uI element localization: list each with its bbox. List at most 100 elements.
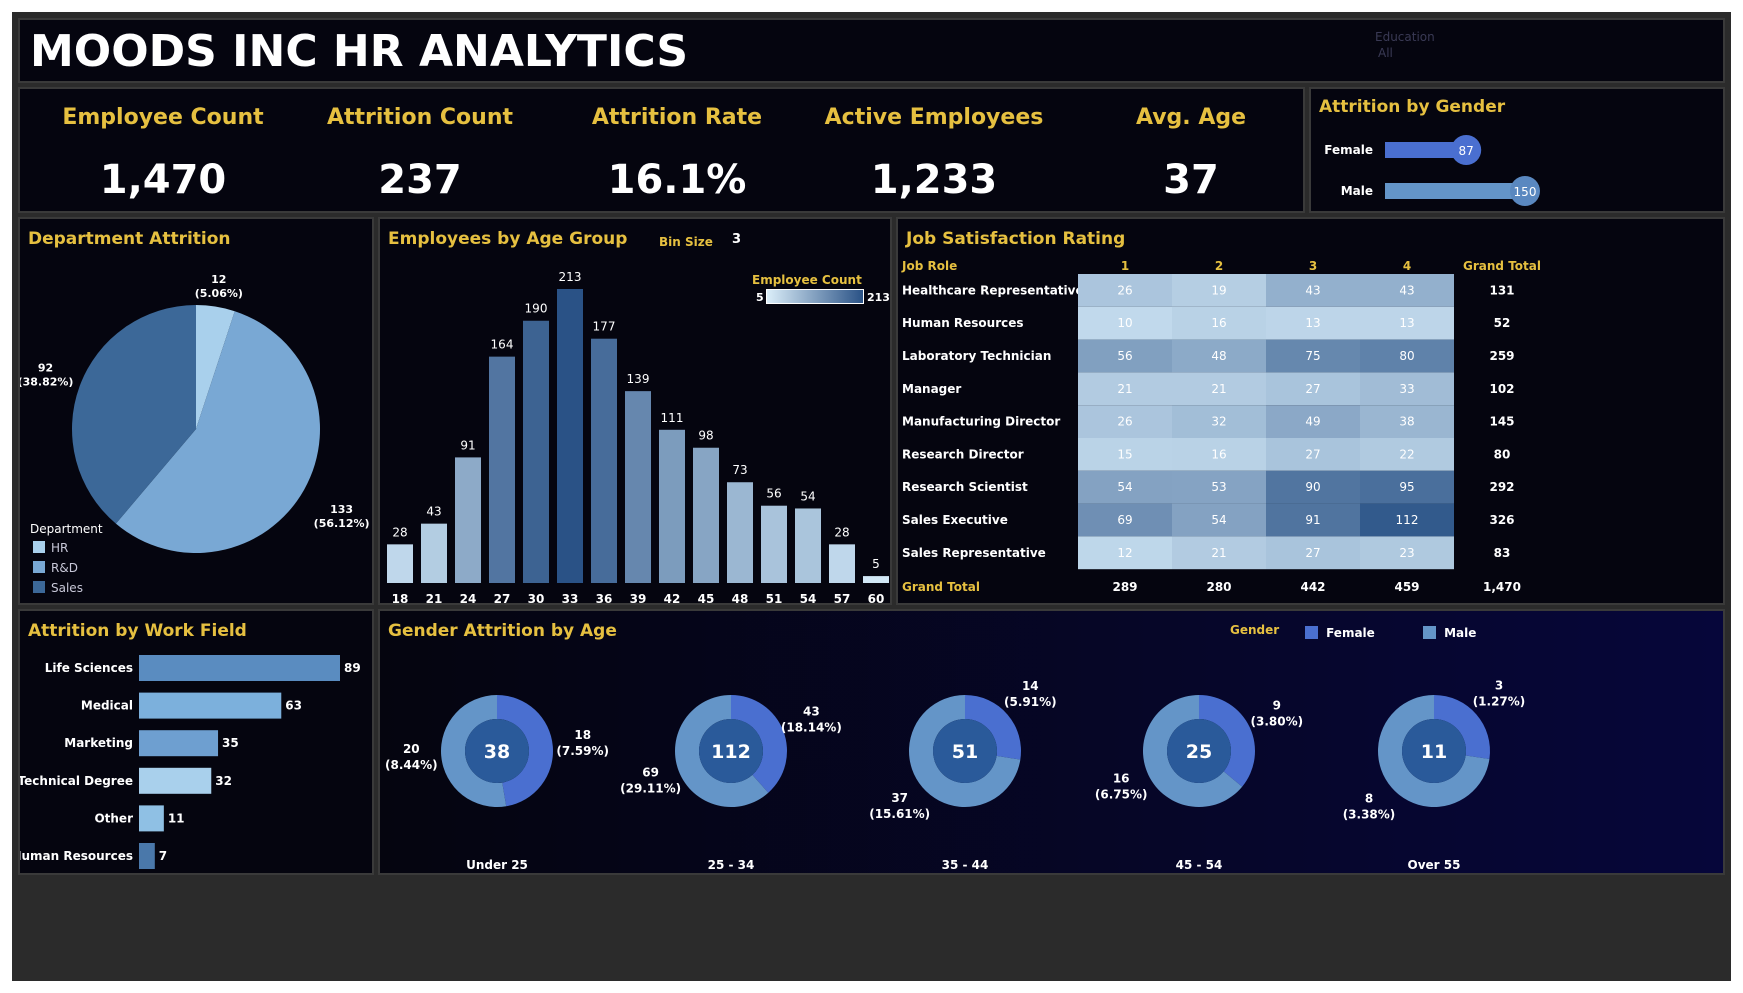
age-bar xyxy=(829,544,855,583)
heatmap-cell-value: 13 xyxy=(1399,316,1414,330)
male-value-label: 37 xyxy=(891,791,908,805)
x-tick-label: 42 xyxy=(664,592,681,605)
age-bar xyxy=(625,391,651,583)
age-bar xyxy=(455,457,481,583)
job-satisfaction-heatmap: Job Role 1 2 3 4 Grand TotalHealthcare Repres… xyxy=(901,259,1541,594)
kpi-label: Employee Count xyxy=(62,105,264,130)
bar-value-label: 43 xyxy=(426,505,441,519)
heatmap-cell-value: 54 xyxy=(1211,513,1226,527)
age-group-label: 25 - 34 xyxy=(708,858,755,872)
age-bar xyxy=(659,429,685,583)
bar-value-label: 111 xyxy=(661,411,684,425)
heatmap-cell-value: 16 xyxy=(1211,316,1226,330)
row-total-value: 52 xyxy=(1494,316,1511,330)
education-filter-value: All xyxy=(1378,46,1393,60)
pie-value-label: 12 xyxy=(211,273,226,286)
department-pie-chart: 12(5.06%) 133(56.12%) 92(38.82%) Department… xyxy=(20,273,370,595)
field-bar xyxy=(139,692,282,719)
x-tick-label: 24 xyxy=(460,592,477,605)
row-total-value: 292 xyxy=(1489,480,1514,494)
bar-value-label: 213 xyxy=(559,270,582,284)
education-filter[interactable]: Education All xyxy=(1375,30,1495,70)
female-value-label: 3 xyxy=(1495,679,1503,693)
x-tick-label: 54 xyxy=(800,592,817,605)
column-total-value: 280 xyxy=(1206,580,1231,594)
heatmap-cell-value: 95 xyxy=(1399,480,1414,494)
bar-value-label: 56 xyxy=(766,487,781,501)
heatmap-cell-value: 54 xyxy=(1117,480,1132,494)
heatmap-cell-value: 90 xyxy=(1305,480,1320,494)
age-bar xyxy=(557,289,583,583)
age-panel: Employees by Age Group Bin Size 3 Employ… xyxy=(378,217,892,605)
field-bar xyxy=(139,730,219,757)
age-bar xyxy=(591,338,617,583)
row-total-value: 102 xyxy=(1489,382,1514,396)
heatmap-cell-value: 91 xyxy=(1305,513,1320,527)
female-percent-label: (1.27%) xyxy=(1473,695,1526,709)
heatmap-cell-value: 80 xyxy=(1399,349,1414,363)
age-group-label: 35 - 44 xyxy=(942,858,989,872)
field-label: Other xyxy=(94,811,133,825)
row-label: Manufacturing Director xyxy=(902,415,1060,429)
age-bar xyxy=(523,320,549,583)
male-percent-label: (3.38%) xyxy=(1343,807,1396,821)
bar-value-label: 54 xyxy=(800,489,815,503)
field-value-label: 35 xyxy=(222,736,239,750)
field-bar xyxy=(139,843,155,869)
column-total-value: 459 xyxy=(1394,580,1419,594)
legend-label: HR xyxy=(51,541,68,555)
heatmap-cell-value: 27 xyxy=(1305,447,1320,461)
column-total-value: 289 xyxy=(1112,580,1137,594)
donut-total-label: 112 xyxy=(711,741,751,763)
education-filter-label: Education xyxy=(1375,30,1435,44)
x-tick-label: 36 xyxy=(596,592,613,605)
row-total-value: 326 xyxy=(1489,513,1514,527)
bar-value-label: 139 xyxy=(627,372,650,386)
x-tick-label: 33 xyxy=(562,592,579,605)
row-label: Research Scientist xyxy=(902,480,1028,494)
column-header: 2 xyxy=(1215,259,1223,273)
gender-chart: Female 87 Male 150 xyxy=(1324,135,1540,206)
gender-value-label: 87 xyxy=(1459,144,1474,158)
header-bar: MOODS INC HR ANALYTICS Education All xyxy=(18,18,1725,83)
bar-value-label: 5 xyxy=(872,557,880,571)
age-bar xyxy=(761,505,787,583)
work-field-bar-chart: Life Sciences 89 Medical 63 Marketing 35 Techn… xyxy=(20,655,361,869)
heatmap-cell-value: 13 xyxy=(1305,316,1320,330)
donut-total-label: 51 xyxy=(952,741,978,763)
female-percent-label: (18.14%) xyxy=(781,720,842,734)
age-group-label: 45 - 54 xyxy=(1176,858,1223,872)
heatmap-cell-value: 43 xyxy=(1399,283,1414,297)
work-field-panel: Attrition by Work Field Life Sciences 89 M… xyxy=(18,609,374,875)
heatmap-cell-value: 32 xyxy=(1211,415,1226,429)
kpi-value: 1,233 xyxy=(870,157,998,203)
heatmap-cell-value: 69 xyxy=(1117,513,1132,527)
kpi-value: 16.1% xyxy=(607,157,747,203)
row-label: Sales Representative xyxy=(902,546,1046,560)
row-total-value: 80 xyxy=(1494,447,1511,461)
heatmap-cell-value: 21 xyxy=(1211,546,1226,560)
bar-value-label: 28 xyxy=(392,525,407,539)
heatmap-cell-value: 10 xyxy=(1117,316,1132,330)
field-bar xyxy=(139,805,164,832)
legend-swatch xyxy=(33,561,45,573)
field-label: Life Sciences xyxy=(45,661,133,675)
pie-percent-label: (5.06%) xyxy=(195,287,243,300)
age-group-label: Over 55 xyxy=(1408,858,1461,872)
heatmap-cell-value: 27 xyxy=(1305,382,1320,396)
heatmap-cell-value: 23 xyxy=(1399,546,1414,560)
bar-value-label: 164 xyxy=(491,338,514,352)
male-value-label: 69 xyxy=(642,766,659,780)
heatmap-cell-value: 15 xyxy=(1117,447,1132,461)
heatmap-cell-value: 53 xyxy=(1211,480,1226,494)
field-label: Technical Degree xyxy=(20,774,133,788)
x-tick-label: 21 xyxy=(426,592,443,605)
age-bar-chart: 28 18 43 21 91 24 164 27 190 30 213 33 177 36 139 39 111… xyxy=(387,270,889,605)
gender-age-donut-charts: 3818(7.59%)20(8.44%)Under 2511243(18.14%… xyxy=(385,679,1526,872)
legend-label: Sales xyxy=(51,581,83,595)
heatmap-cell-value: 16 xyxy=(1211,447,1226,461)
kpi-value: 1,470 xyxy=(99,157,227,203)
department-panel: Department Attrition 12 (5.06%) 133 (56.12%… xyxy=(18,217,374,605)
female-value-label: 18 xyxy=(574,728,591,742)
female-percent-label: (7.59%) xyxy=(556,744,609,758)
